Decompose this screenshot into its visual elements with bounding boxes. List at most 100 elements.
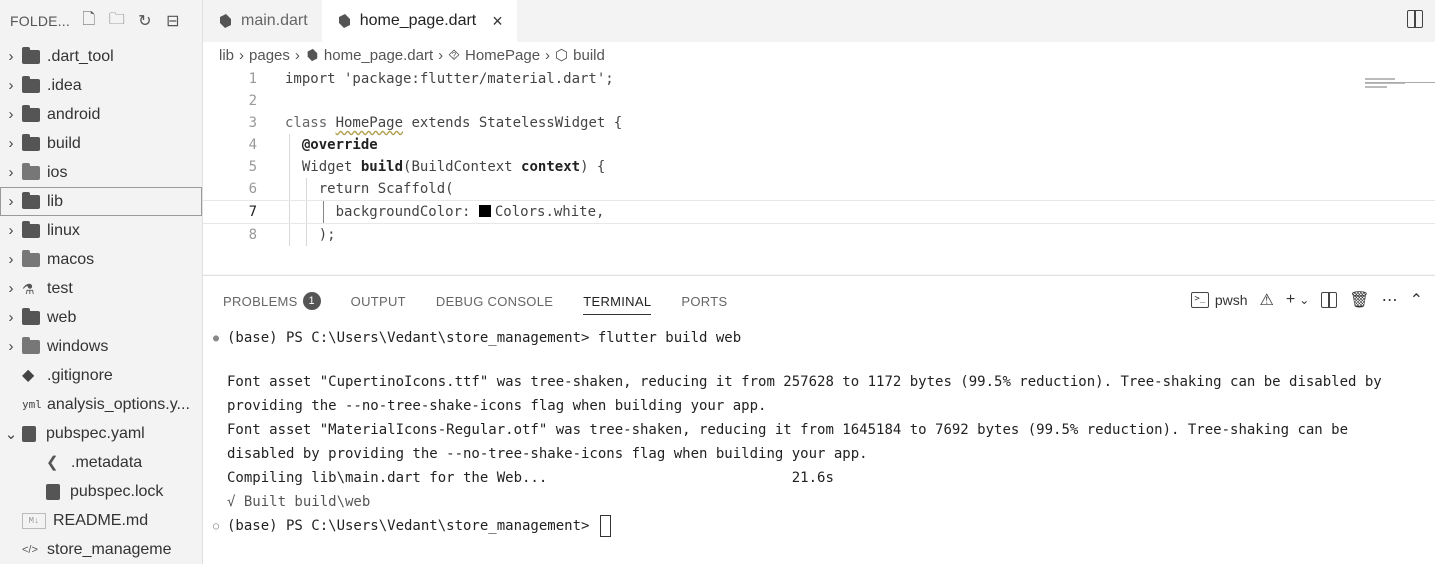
tree-item-android[interactable]: › android	[0, 100, 202, 129]
tree-item-label: pubspec.yaml	[46, 424, 145, 442]
code-token: @override	[301, 137, 378, 153]
tree-item-readme[interactable]: ›M↓README.md	[0, 506, 202, 535]
code-text: import 'package:flutter/material.dart';	[285, 71, 614, 87]
indent-guide	[306, 178, 307, 200]
chevron-right-icon: ›	[8, 338, 14, 355]
refresh-icon[interactable]: ↻	[136, 12, 154, 30]
tree-item-web[interactable]: › web	[0, 303, 202, 332]
tree-item-dart-tool[interactable]: › .dart_tool	[0, 42, 202, 71]
split-editor-icon[interactable]	[1407, 10, 1423, 28]
tree-item-label: .gitignore	[47, 366, 113, 384]
tree-item-linux[interactable]: › linux	[0, 216, 202, 245]
indent-guide	[289, 224, 290, 246]
indent-guide	[289, 178, 290, 200]
code-line: 6 return Scaffold(	[203, 178, 1435, 200]
tree-item-idea[interactable]: › .idea	[0, 71, 202, 100]
chevron-right-icon: ›	[8, 251, 14, 268]
terminal-cursor	[599, 515, 611, 537]
code-editor[interactable]: lib › pages › home_page.dart › ⯑ HomePag…	[203, 42, 1435, 274]
folder-icon	[22, 249, 40, 267]
color-swatch[interactable]	[478, 205, 491, 217]
folder-icon	[22, 191, 40, 209]
editor-tabs: main.dart home_page.dart ×	[203, 0, 1435, 42]
breadcrumb-pages[interactable]: pages	[249, 47, 290, 64]
code-line: 4 @override	[203, 134, 1435, 156]
add-terminal-icon[interactable]: +	[1286, 291, 1295, 309]
code-token: class	[285, 115, 336, 131]
indent-guide	[306, 224, 307, 246]
breadcrumb-method[interactable]: build	[573, 47, 605, 64]
chevron-right-icon: ›	[8, 106, 14, 123]
tree-item-lib[interactable]: › lib	[0, 187, 202, 216]
tree-item-build[interactable]: › build	[0, 129, 202, 158]
terminal-line: providing the --no-tree-shake-icons flag…	[213, 394, 1435, 418]
minimap[interactable]	[1365, 78, 1405, 92]
dart-icon	[307, 48, 318, 62]
command-decoration-icon[interactable]: ○	[213, 521, 227, 532]
more-icon[interactable]: ⋯	[1382, 290, 1398, 310]
tab-ports[interactable]: PORTS	[681, 276, 727, 326]
tree-item-pubspec-yaml[interactable]: ⌄ pubspec.yaml	[0, 419, 202, 448]
code-token: Widget	[301, 159, 361, 175]
tree-item-ios[interactable]: › ios	[0, 158, 202, 187]
tree-item-analysis-options[interactable]: ›ymlanalysis_options.y...	[0, 390, 202, 419]
trash-icon[interactable]: 🗑	[1349, 290, 1369, 310]
tree-item-metadata[interactable]: ›❮.metadata	[0, 448, 202, 477]
terminal-line: Font asset "CupertinoIcons.ttf" was tree…	[213, 370, 1435, 394]
tab-output[interactable]: OUTPUT	[351, 276, 406, 326]
tab-debug-console[interactable]: DEBUG CONSOLE	[436, 276, 553, 326]
new-folder-icon[interactable]: 🗀	[108, 11, 126, 30]
breadcrumb-file[interactable]: home_page.dart	[324, 47, 433, 64]
command-decoration-icon[interactable]: ●	[213, 333, 227, 344]
tree-item-gitignore[interactable]: ›◆.gitignore	[0, 361, 202, 390]
terminal-output[interactable]: ● (base) PS C:\Users\Vedant\store_managem…	[203, 326, 1435, 538]
terminal-text: disabled by providing the --no-tree-shak…	[227, 446, 868, 462]
warning-icon[interactable]: ⚠	[1260, 290, 1274, 310]
code-token: Colors.white,	[494, 204, 605, 220]
tree-item-label: README.md	[53, 511, 149, 529]
new-file-icon[interactable]: 🗋	[80, 11, 98, 30]
code-line: 5 Widget build(BuildContext context) {	[203, 156, 1435, 178]
breadcrumb-class[interactable]: HomePage	[465, 47, 540, 64]
terminal-icon[interactable]: >_	[1190, 292, 1209, 308]
breadcrumb-lib[interactable]: lib	[219, 47, 234, 64]
tab-label: PROBLEMS	[223, 293, 298, 309]
close-icon[interactable]: ×	[492, 11, 503, 32]
tab-problems[interactable]: PROBLEMS 1	[223, 276, 321, 326]
folder-icon	[22, 162, 40, 180]
line-number: 8	[248, 227, 257, 243]
code-token: ) {	[580, 159, 606, 175]
code-token: return Scaffold(	[318, 181, 454, 197]
folder-icon	[22, 104, 40, 122]
indent-guide	[289, 134, 290, 156]
line-number: 6	[248, 181, 257, 197]
shell-label[interactable]: pwsh	[1215, 292, 1248, 308]
code-line: 1 import 'package:flutter/material.dart'…	[203, 68, 1435, 90]
chevron-up-icon[interactable]: ⌃	[1410, 290, 1423, 310]
code-text: backgroundColor: Colors.white,	[285, 204, 605, 220]
tab-home-page-dart[interactable]: home_page.dart ×	[321, 0, 517, 42]
line-number: 2	[248, 93, 257, 109]
class-icon: ⯑	[448, 46, 460, 64]
panel-actions: >_ pwsh ⚠ + ⌄ 🗑 ⋯ ⌃	[1190, 290, 1423, 310]
code-token: context	[521, 159, 581, 175]
tree-item-label: .idea	[47, 76, 82, 94]
tab-terminal[interactable]: TERMINAL	[583, 276, 652, 326]
minimap-slider[interactable]	[1365, 82, 1435, 83]
indent-guide	[289, 201, 290, 223]
tree-item-pubspec-lock[interactable]: ›pubspec.lock	[0, 477, 202, 506]
tree-item-store-management[interactable]: ›</>store_manageme	[0, 535, 202, 564]
tree-item-windows[interactable]: › windows	[0, 332, 202, 361]
tree-item-test[interactable]: › ⚗ test	[0, 274, 202, 303]
split-terminal-icon[interactable]	[1321, 292, 1338, 308]
terminal-text: providing the --no-tree-shake-icons flag…	[227, 398, 767, 414]
code-token: (BuildContext	[403, 159, 522, 175]
tree-item-label: linux	[47, 221, 80, 239]
collapse-all-icon[interactable]: ⊟	[164, 12, 182, 30]
chevron-down-icon[interactable]: ⌄	[1299, 293, 1309, 307]
tab-main-dart[interactable]: main.dart	[203, 0, 322, 42]
tree-item-macos[interactable]: › macos	[0, 245, 202, 274]
chevron-right-icon: ›	[294, 46, 300, 64]
code-line: 3 class HomePage extends StatelessWidget…	[203, 112, 1435, 134]
code-line: 8 );	[203, 224, 1435, 246]
